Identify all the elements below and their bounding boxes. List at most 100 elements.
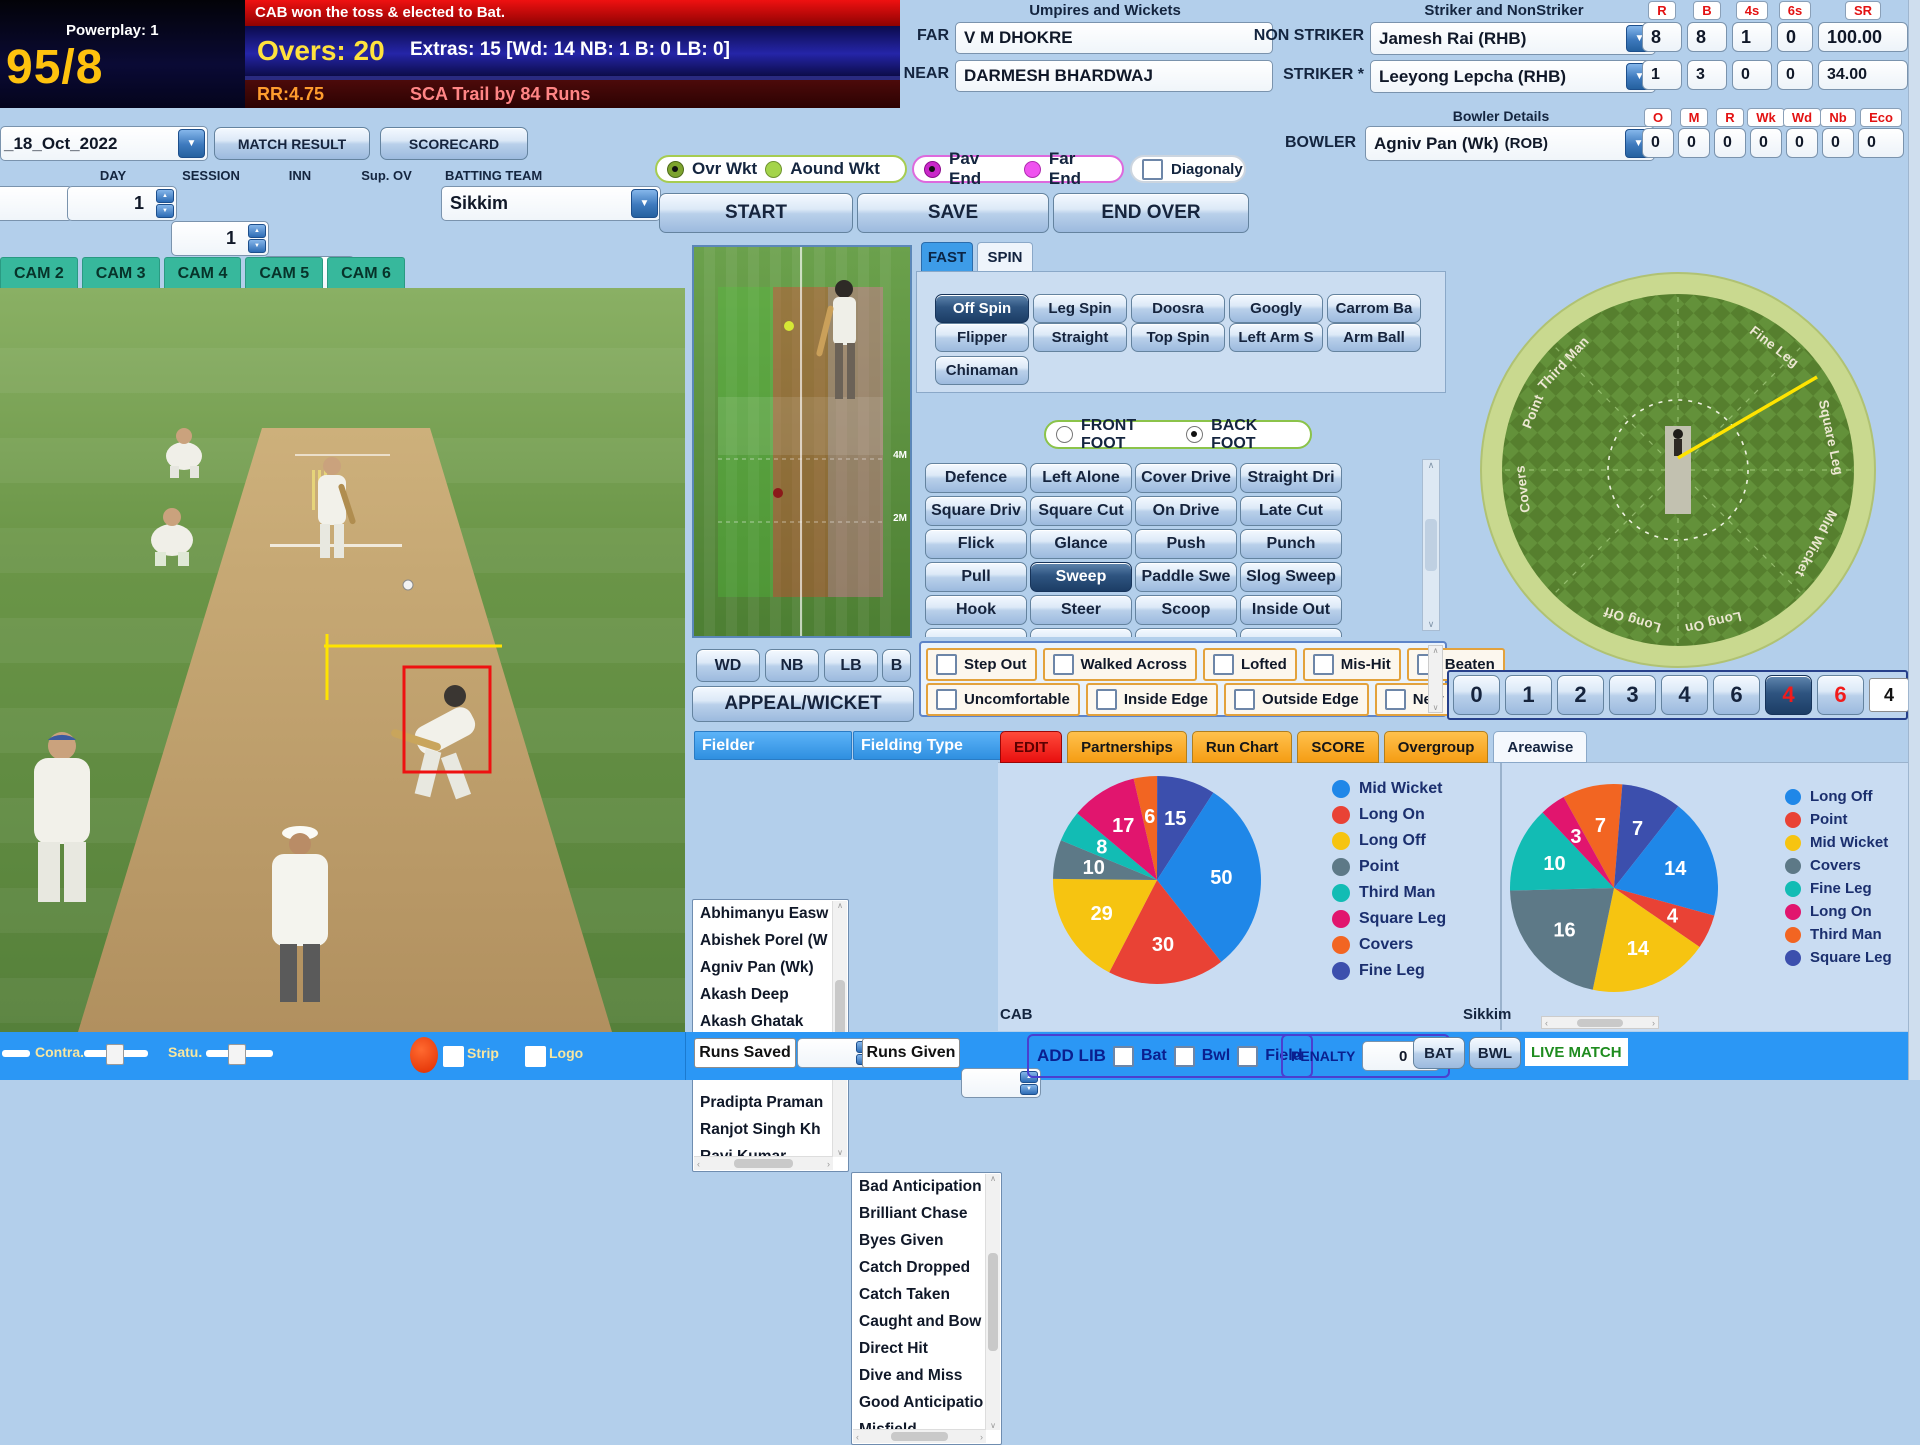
striker-dropdown[interactable]: Leeyong Lepcha (RHB) ▼ xyxy=(1370,60,1656,93)
run-button[interactable]: 3 xyxy=(1609,675,1656,715)
shot-type-button[interactable]: Scoop xyxy=(1135,595,1237,625)
run-button[interactable]: 6 xyxy=(1713,675,1760,715)
end-over-button[interactable]: END OVER xyxy=(1053,193,1249,233)
shot-type-button[interactable]: Flick xyxy=(925,529,1027,559)
extras-button-nb[interactable]: NB xyxy=(765,649,819,682)
live-match-badge[interactable]: LIVE MATCH xyxy=(1525,1038,1628,1066)
front-foot-radio[interactable] xyxy=(1056,426,1073,443)
bowler-dropdown[interactable]: Agniv Pan (Wk) (ROB) ▼ xyxy=(1365,126,1655,161)
shot-type-button[interactable] xyxy=(1030,628,1132,637)
run-button[interactable]: 0 xyxy=(1453,675,1500,715)
shot-type-button[interactable]: Defence xyxy=(925,463,1027,493)
far-end-radio[interactable] xyxy=(1024,161,1041,178)
run-button[interactable]: 1 xyxy=(1505,675,1552,715)
down-arrow-icon[interactable]: ∨ xyxy=(1433,703,1439,712)
flag-checkbox[interactable] xyxy=(1313,654,1334,675)
shot-type-button[interactable] xyxy=(925,628,1027,637)
list-item[interactable]: Brilliant Chase xyxy=(852,1200,1001,1227)
list-item[interactable]: Dive and Miss xyxy=(852,1362,1001,1389)
shot-type-button[interactable]: Square Cut xyxy=(1030,496,1132,526)
session-stepper[interactable]: 1 ▲▼ xyxy=(171,221,269,256)
flag-checkbox[interactable] xyxy=(1385,689,1406,710)
left-edge-field[interactable] xyxy=(0,186,73,221)
shot-type-button[interactable]: Push xyxy=(1135,529,1237,559)
back-foot-radio[interactable] xyxy=(1186,426,1203,443)
shot-type-button[interactable]: Sweep xyxy=(1030,562,1132,592)
bowling-type-button[interactable]: Doosra xyxy=(1131,294,1225,323)
extras-button-lb[interactable]: LB xyxy=(824,649,878,682)
save-button[interactable]: SAVE xyxy=(857,193,1049,233)
list-item[interactable]: Bad Anticipation xyxy=(852,1173,1001,1200)
run-button[interactable]: 2 xyxy=(1557,675,1604,715)
extras-button-b[interactable]: B xyxy=(882,649,911,682)
diagonaly-checkbox[interactable] xyxy=(1142,159,1163,180)
flag-checkbox[interactable] xyxy=(1053,654,1074,675)
vertical-scrollbar[interactable]: ∧∨ xyxy=(832,901,847,1157)
up-arrow-icon[interactable]: ∧ xyxy=(1428,460,1435,471)
cam-tab[interactable]: CAM 4 xyxy=(164,257,242,289)
strip-checkbox[interactable] xyxy=(443,1046,464,1067)
up-arrow-icon[interactable]: ∧ xyxy=(1433,646,1439,655)
shot-type-button[interactable]: Glance xyxy=(1030,529,1132,559)
shot-type-button[interactable]: Slog Sweep xyxy=(1240,562,1342,592)
saturation-slider-thumb[interactable] xyxy=(228,1044,246,1065)
bowling-type-button[interactable]: Chinaman xyxy=(935,356,1029,385)
bat-checkbox[interactable] xyxy=(1113,1046,1134,1067)
up-arrow-icon[interactable]: ▲ xyxy=(156,189,174,203)
analysis-tab-partnerships[interactable]: Partnerships xyxy=(1067,731,1187,763)
bowling-type-button[interactable]: Carrom Ba xyxy=(1327,294,1421,323)
shot-type-button[interactable]: On Drive xyxy=(1135,496,1237,526)
logo-checkbox[interactable] xyxy=(525,1046,546,1067)
shot-type-button[interactable]: Late Cut xyxy=(1240,496,1342,526)
cam-tab[interactable]: CAM 6 xyxy=(327,257,405,289)
flag-checkbox[interactable] xyxy=(936,689,957,710)
shot-scrollbar[interactable]: ∧ ∨ xyxy=(1422,459,1440,631)
shot-type-button[interactable]: Steer xyxy=(1030,595,1132,625)
day-stepper[interactable]: 1 ▲▼ xyxy=(67,186,177,221)
shot-type-button[interactable] xyxy=(1135,628,1237,637)
down-arrow-icon[interactable]: ▼ xyxy=(248,239,266,253)
list-item[interactable]: Ranjot Singh Kh xyxy=(693,1116,848,1143)
shot-type-button[interactable]: Paddle Swe xyxy=(1135,562,1237,592)
bowling-type-button[interactable]: Off Spin xyxy=(935,294,1029,323)
list-item[interactable]: Catch Dropped xyxy=(852,1254,1001,1281)
fast-tab[interactable]: FAST xyxy=(921,242,973,272)
runs-saved-box[interactable]: Runs Saved xyxy=(694,1038,796,1068)
shot-type-button[interactable]: Pull xyxy=(925,562,1027,592)
bowling-type-button[interactable]: Flipper xyxy=(935,323,1029,352)
shot-type-button[interactable]: Straight Dri xyxy=(1240,463,1342,493)
shot-type-button[interactable]: Cover Drive xyxy=(1135,463,1237,493)
list-item[interactable]: Akash Ghatak xyxy=(693,1008,848,1035)
bwl-button[interactable]: BWL xyxy=(1469,1037,1521,1069)
list-item[interactable]: Abishek Porel (W xyxy=(693,927,848,954)
bowling-type-button[interactable]: Leg Spin xyxy=(1033,294,1127,323)
chevron-down-icon[interactable]: ▼ xyxy=(631,189,658,218)
runs-given-box[interactable]: Runs Given xyxy=(862,1038,960,1068)
flags-scrollbar[interactable]: ∧∨ xyxy=(1428,645,1443,713)
non-striker-dropdown[interactable]: Jamesh Rai (RHB) ▼ xyxy=(1370,22,1656,55)
flag-checkbox[interactable] xyxy=(1234,689,1255,710)
down-arrow-icon[interactable]: ∨ xyxy=(1428,619,1435,630)
mini-scrollbar[interactable]: ‹› xyxy=(1541,1016,1659,1029)
shot-type-button[interactable]: Punch xyxy=(1240,529,1342,559)
spin-tab[interactable]: SPIN xyxy=(977,242,1033,272)
pav-end-radio[interactable] xyxy=(924,161,941,178)
analysis-tab-score[interactable]: SCORE xyxy=(1297,731,1378,763)
video-frame[interactable] xyxy=(0,288,685,1032)
analysis-tab-overgroup[interactable]: Overgroup xyxy=(1384,731,1489,763)
list-item[interactable]: Byes Given xyxy=(852,1227,1001,1254)
shot-type-button[interactable]: Square Driv xyxy=(925,496,1027,526)
field-checkbox[interactable] xyxy=(1237,1046,1258,1067)
slider-track[interactable] xyxy=(2,1050,30,1057)
down-arrow-icon[interactable]: ▼ xyxy=(1020,1084,1038,1096)
appeal-wicket-button[interactable]: APPEAL/WICKET xyxy=(692,686,914,722)
scorecard-button[interactable]: SCORECARD xyxy=(380,127,528,160)
bowling-type-button[interactable]: Straight xyxy=(1033,323,1127,352)
list-item[interactable]: Pradipta Praman xyxy=(693,1089,848,1116)
flag-checkbox[interactable] xyxy=(1096,689,1117,710)
extras-button-wd[interactable]: WD xyxy=(696,649,760,682)
near-umpire-field[interactable]: DARMESH BHARDWAJ xyxy=(955,60,1273,92)
wagon-wheel[interactable]: Third ManPointCoversLong OffLong OnMid W… xyxy=(1473,258,1883,682)
down-arrow-icon[interactable]: ▼ xyxy=(156,204,174,218)
bowling-type-button[interactable]: Left Arm S xyxy=(1229,323,1323,352)
